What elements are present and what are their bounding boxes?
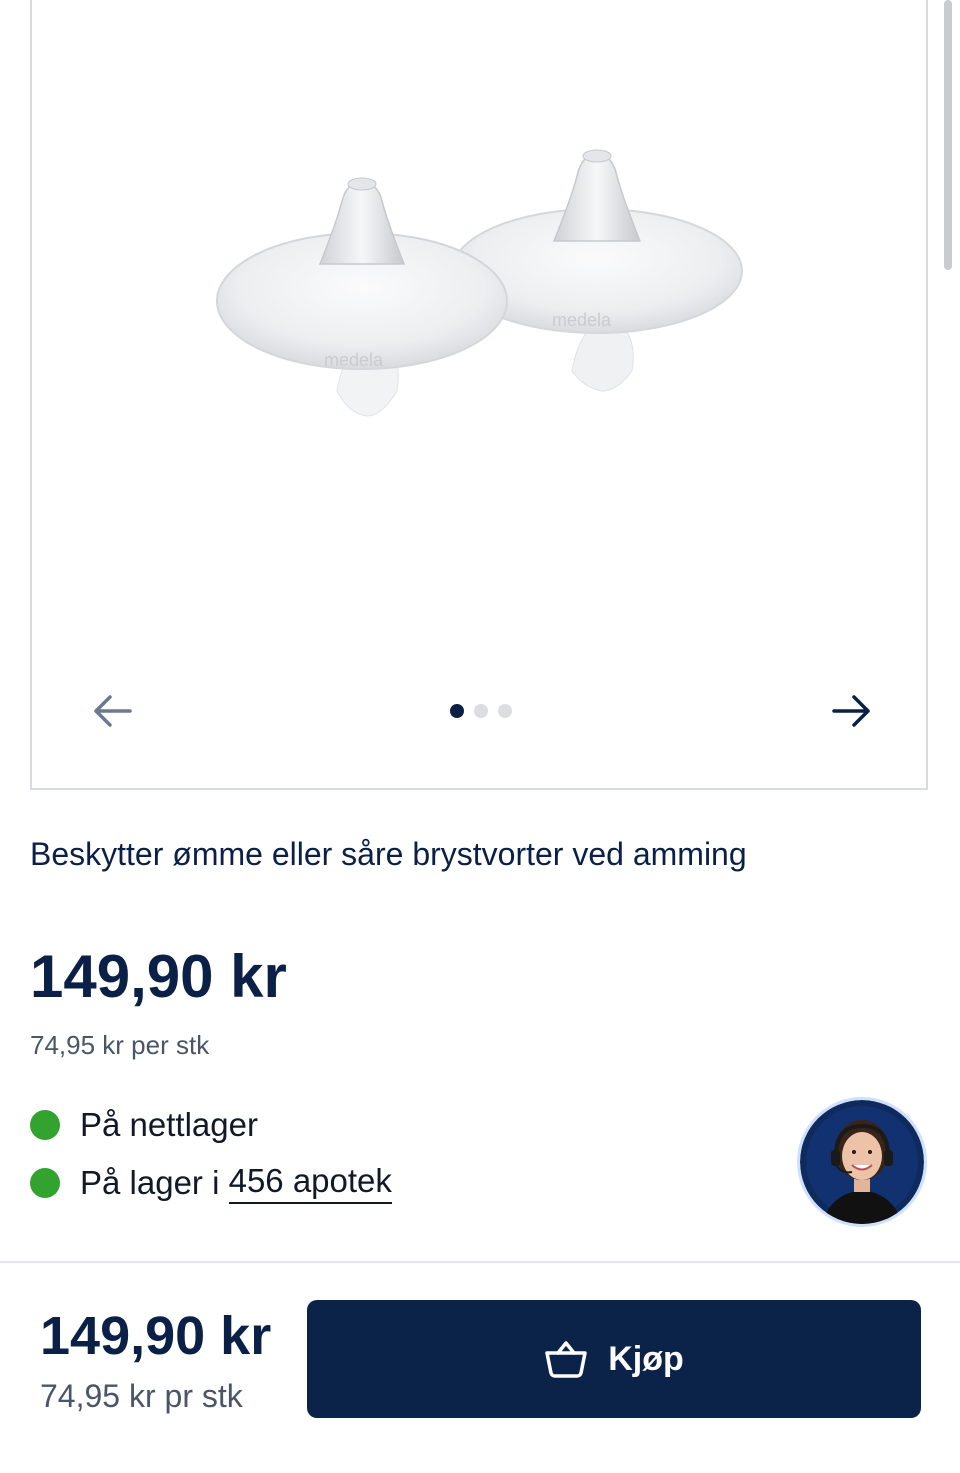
product-price: 149,90 kr [30, 943, 287, 1010]
buy-button[interactable]: Kjøp [307, 1300, 921, 1418]
gallery-pagination [450, 704, 512, 718]
buy-button-label: Kjøp [608, 1339, 684, 1378]
in-stock-indicator-icon [30, 1110, 60, 1140]
arrow-right-icon [832, 695, 870, 727]
support-agent-avatar-icon [800, 1100, 924, 1224]
product-page: medela medela Beskytter ømme eller såre … [0, 0, 960, 1473]
scrollbar[interactable] [944, 0, 952, 270]
footer-unit-price: 74,95 kr pr stk [40, 1378, 243, 1414]
store-stock-status: På lager i 456 apotek [30, 1162, 392, 1204]
nipple-shield-right: medela [451, 149, 743, 392]
basket-icon [545, 1341, 587, 1378]
store-stock-prefix: På lager i [80, 1164, 229, 1201]
unit-price: 74,95 kr per stk [30, 1030, 210, 1060]
gallery-dot-1[interactable] [450, 704, 464, 718]
brand-label-right: medela [552, 310, 612, 330]
gallery-next-button[interactable] [827, 686, 877, 736]
gallery-dot-3[interactable] [498, 704, 512, 718]
product-image: medela medela [216, 149, 743, 417]
product-tagline: Beskytter ømme eller såre brystvorter ve… [30, 836, 747, 872]
in-stock-indicator-icon [30, 1168, 60, 1198]
arrow-left-icon [94, 695, 132, 727]
gallery-prev-button[interactable] [87, 686, 137, 736]
online-stock-label: På nettlager [80, 1106, 258, 1143]
product-image-gallery: medela medela [30, 0, 928, 790]
store-availability-link[interactable]: 456 apotek [228, 1162, 392, 1204]
nipple-shield-left: medela [216, 177, 508, 417]
online-stock-status: På nettlager [30, 1106, 258, 1144]
footer-divider [0, 1261, 960, 1263]
brand-label-left: medela [324, 350, 384, 370]
gallery-dot-2[interactable] [474, 704, 488, 718]
customer-service-avatar[interactable] [800, 1100, 924, 1224]
footer-price: 149,90 kr [40, 1306, 272, 1366]
